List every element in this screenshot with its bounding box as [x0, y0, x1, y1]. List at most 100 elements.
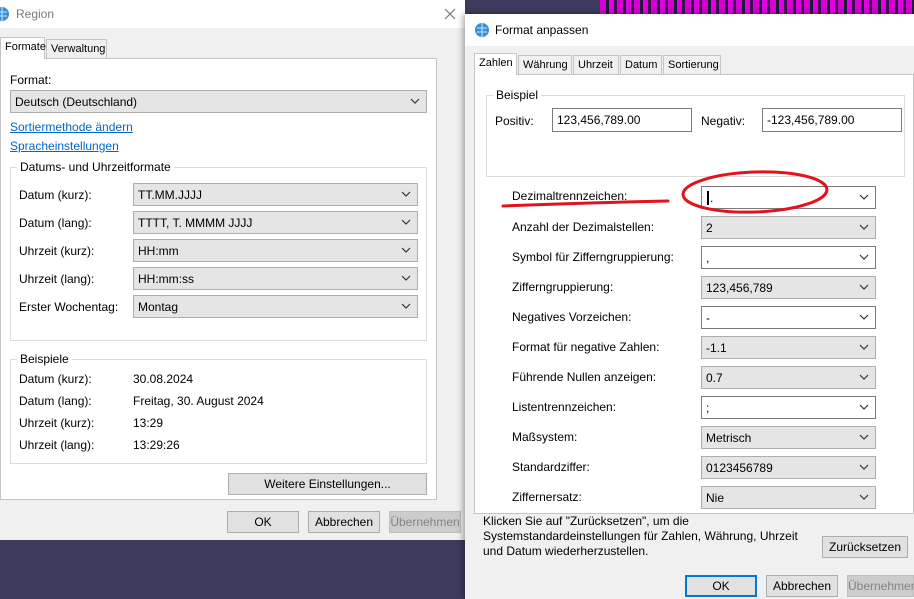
desktop-background — [0, 540, 465, 599]
chevron-down-icon — [401, 275, 411, 281]
digit-grouping-select[interactable]: 123,456,789 — [701, 276, 876, 299]
chevron-down-icon — [859, 494, 869, 500]
leading-zeros-select[interactable]: 0.7 — [701, 366, 876, 389]
datetime-formats-title: Datums- und Uhrzeitformate — [17, 160, 174, 174]
time-long-label: Uhrzeit (lang): — [19, 272, 95, 286]
decimal-separator-input[interactable]: . — [701, 186, 876, 209]
negative-sign-value: - — [706, 311, 710, 325]
custom-apply-button[interactable]: Übernehmen — [847, 575, 914, 597]
digit-grouping-symbol-label: Symbol für Zifferngruppierung: — [512, 250, 674, 264]
text-caret — [707, 191, 709, 205]
region-window: Region Formate Verwaltung Format: Deutsc… — [0, 0, 465, 540]
time-short-label: Uhrzeit (kurz): — [19, 244, 95, 258]
time-short-select[interactable]: HH:mm — [133, 239, 418, 262]
chevron-down-icon — [401, 219, 411, 225]
standard-digits-label: Standardziffer: — [512, 460, 590, 474]
region-cancel-button[interactable]: Abbrechen — [308, 511, 380, 533]
example-date-short-value: 30.08.2024 — [133, 372, 194, 386]
chevron-down-icon — [859, 344, 869, 350]
tab-datum[interactable]: Datum — [620, 55, 662, 75]
example-time-long-value: 13:29:26 — [133, 438, 180, 452]
sort-method-link[interactable]: Sortiermethode ändern — [10, 120, 133, 134]
first-weekday-value: Montag — [138, 300, 179, 314]
chevron-down-icon — [859, 224, 869, 230]
example-date-long-label: Datum (lang): — [19, 394, 92, 408]
formate-panel: Format: Deutsch (Deutschland) Sortiermet… — [0, 58, 437, 500]
leading-zeros-label: Führende Nullen anzeigen: — [512, 370, 657, 384]
negative-example-value: -123,456,789.00 — [767, 113, 855, 127]
decimal-separator-value: . — [710, 191, 714, 205]
region-title: Region — [16, 7, 55, 21]
time-short-value: HH:mm — [138, 244, 179, 258]
first-weekday-label: Erster Wochentag: — [19, 300, 119, 314]
zahlen-panel: Beispiel Positiv: 123,456,789.00 Negativ… — [474, 74, 914, 514]
date-long-value: TTTT, T. MMMM JJJJ — [138, 216, 253, 230]
decimal-places-value: 2 — [706, 221, 713, 235]
custom-ok-button[interactable]: OK — [685, 575, 757, 597]
example-group: Beispiel Positiv: 123,456,789.00 Negativ… — [486, 88, 905, 177]
custom-format-titlebar: Format anpassen — [465, 14, 914, 46]
datetime-formats-group: Datums- und Uhrzeitformate Datum (kurz):… — [10, 160, 427, 341]
date-short-select[interactable]: TT.MM.JJJJ — [133, 183, 418, 206]
reset-button[interactable]: Zurücksetzen — [822, 536, 908, 558]
negative-sign-input[interactable]: - — [701, 306, 876, 329]
example-title: Beispiel — [493, 88, 542, 102]
close-icon[interactable] — [444, 8, 456, 20]
decimal-places-label: Anzahl der Dezimalstellen: — [512, 220, 655, 234]
measurement-system-label: Maßsystem: — [512, 430, 578, 444]
decimal-separator-label: Dezimaltrennzeichen: — [512, 189, 628, 203]
chevron-down-icon — [859, 464, 869, 470]
tab-uhrzeit[interactable]: Uhrzeit — [573, 55, 619, 75]
chevron-down-icon — [859, 374, 869, 380]
negative-label: Negativ: — [701, 114, 746, 128]
chevron-down-icon — [859, 434, 869, 440]
format-select-value: Deutsch (Deutschland) — [15, 95, 138, 109]
digit-substitution-select[interactable]: Nie — [701, 486, 876, 509]
chevron-down-icon — [401, 247, 411, 253]
tab-verwaltung[interactable]: Verwaltung — [46, 39, 107, 59]
tab-waehrung[interactable]: Währung — [518, 55, 572, 75]
tab-formate[interactable]: Formate — [0, 37, 46, 59]
list-separator-input[interactable]: ; — [701, 396, 876, 419]
negative-example-field: -123,456,789.00 — [762, 108, 902, 132]
examples-group: Beispiele Datum (kurz): 30.08.2024 Datum… — [10, 352, 427, 464]
standard-digits-value: 0123456789 — [706, 461, 773, 475]
chevron-down-icon — [401, 303, 411, 309]
digit-grouping-value: 123,456,789 — [706, 281, 773, 295]
region-titlebar: Region — [0, 0, 465, 28]
date-short-value: TT.MM.JJJJ — [138, 188, 202, 202]
globe-clock-icon — [475, 23, 489, 37]
negative-number-format-select[interactable]: -1.1 — [701, 336, 876, 359]
first-weekday-select[interactable]: Montag — [133, 295, 418, 318]
date-short-label: Datum (kurz): — [19, 188, 92, 202]
negative-number-format-value: -1.1 — [706, 341, 727, 355]
examples-title: Beispiele — [17, 352, 72, 366]
region-ok-button[interactable]: OK — [227, 511, 299, 533]
region-apply-button[interactable]: Übernehmen — [389, 511, 461, 533]
date-long-select[interactable]: TTTT, T. MMMM JJJJ — [133, 211, 418, 234]
language-settings-link[interactable]: Spracheinstellungen — [10, 139, 119, 153]
decimal-places-select[interactable]: 2 — [701, 216, 876, 239]
chevron-down-icon — [859, 404, 869, 410]
chevron-down-icon — [859, 194, 869, 200]
tab-sortierung[interactable]: Sortierung — [663, 55, 721, 75]
custom-format-title: Format anpassen — [495, 23, 589, 37]
format-label: Format: — [10, 73, 52, 87]
example-time-short-value: 13:29 — [133, 416, 164, 430]
time-long-select[interactable]: HH:mm:ss — [133, 267, 418, 290]
digit-grouping-symbol-input[interactable]: , — [701, 246, 876, 269]
format-select[interactable]: Deutsch (Deutschland) — [10, 90, 427, 113]
example-time-long-label: Uhrzeit (lang): — [19, 438, 95, 452]
custom-format-window: Format anpassen Zahlen Währung Uhrzeit D… — [465, 14, 914, 599]
positive-example-value: 123,456,789.00 — [557, 113, 641, 127]
example-date-short-label: Datum (kurz): — [19, 372, 92, 386]
tab-zahlen[interactable]: Zahlen — [474, 53, 517, 75]
list-separator-value: ; — [706, 401, 710, 415]
custom-cancel-button[interactable]: Abbrechen — [766, 575, 838, 597]
measurement-system-select[interactable]: Metrisch — [701, 426, 876, 449]
measurement-system-value: Metrisch — [706, 431, 752, 445]
more-settings-button[interactable]: Weitere Einstellungen... — [228, 473, 427, 495]
negative-number-format-label: Format für negative Zahlen: — [512, 340, 660, 354]
standard-digits-select[interactable]: 0123456789 — [701, 456, 876, 479]
positive-label: Positiv: — [495, 114, 534, 128]
